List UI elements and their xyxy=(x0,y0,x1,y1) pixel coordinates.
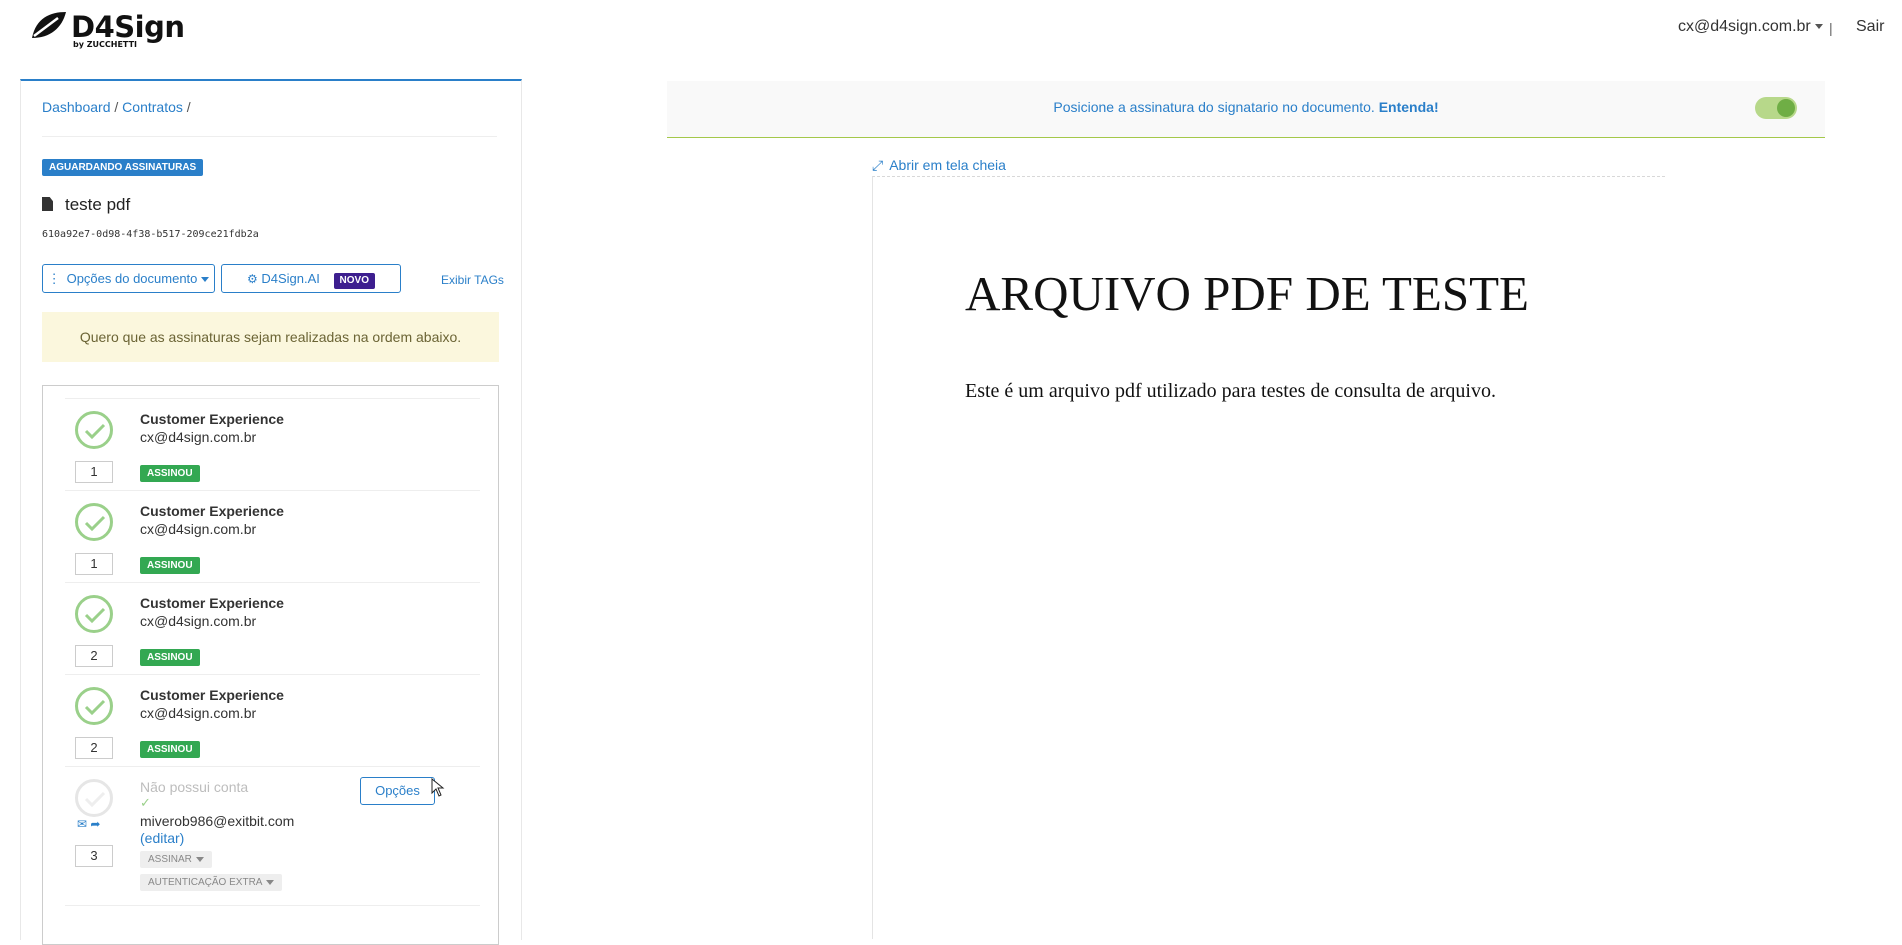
brand-subtitle: by ZUCCHETTI xyxy=(73,40,137,49)
signature-position-notice: Posicione a assinatura do signatario no … xyxy=(667,81,1825,138)
fullscreen-link[interactable]: ⤢ Abrir em tela cheia xyxy=(872,157,1006,174)
pdf-body-text: Este é um arquivo pdf utilizado para tes… xyxy=(965,380,1496,402)
signed-status-badge: ASSINOU xyxy=(140,649,200,666)
signer-order: 1 xyxy=(75,553,113,575)
signed-status-badge: ASSINOU xyxy=(140,465,200,482)
user-email: cx@d4sign.com.br xyxy=(1678,18,1811,35)
breadcrumb-separator: / xyxy=(186,99,191,115)
divider xyxy=(42,136,497,137)
signed-check-icon xyxy=(75,595,113,633)
signer-order: 2 xyxy=(75,645,113,667)
breadcrumb: Dashboard / Contratos / xyxy=(42,99,191,115)
sign-action-label: ASSINAR xyxy=(148,854,192,865)
signed-status-badge: ASSINOU xyxy=(140,741,200,758)
signed-check-icon xyxy=(75,411,113,449)
extra-auth-dropdown[interactable]: AUTENTICAÇÃO EXTRA xyxy=(140,874,283,891)
signer-order: 1 xyxy=(75,461,113,483)
document-id: 610a92e7-0d98-4f38-b517-209ce21fdb2a xyxy=(42,229,259,240)
signed-check-icon xyxy=(75,503,113,541)
d4sign-ai-button[interactable]: ⚙ D4Sign.AI NOVO xyxy=(221,264,401,293)
signer-name: Customer Experience xyxy=(140,595,284,611)
user-menu-dropdown[interactable]: cx@d4sign.com.br xyxy=(1678,18,1823,36)
signer-name: Customer Experience xyxy=(140,687,284,703)
notice-message: Posicione a assinatura do signatario no … xyxy=(1053,99,1375,115)
leaf-logo-icon xyxy=(32,12,66,38)
signer-options-button[interactable]: Opções xyxy=(360,777,435,805)
breadcrumb-dashboard[interactable]: Dashboard xyxy=(42,99,111,115)
signer-email: cx@d4sign.com.br xyxy=(140,429,257,445)
header-separator: | xyxy=(1829,20,1833,36)
expand-icon: ⤢ xyxy=(872,157,884,173)
signer-item: Customer Experience cx@d4sign.com.br 1 A… xyxy=(65,490,480,583)
pending-signer-email: miverob986@exitbit.com xyxy=(140,813,295,829)
document-title: teste pdf xyxy=(42,195,130,215)
chevron-down-icon xyxy=(266,879,275,885)
forward-icon[interactable]: ➦ xyxy=(90,817,100,831)
signed-check-icon xyxy=(75,687,113,725)
pdf-page-preview[interactable]: ARQUIVO PDF DE TESTE Este é um arquivo p… xyxy=(872,176,1665,939)
new-badge: NOVO xyxy=(333,273,375,289)
pending-signer-name: Não possui conta xyxy=(140,779,249,795)
breadcrumb-contratos[interactable]: Contratos xyxy=(122,99,183,115)
chevron-down-icon xyxy=(201,277,210,283)
brand-name: D4Sign xyxy=(71,10,185,44)
document-status-badge: AGUARDANDO ASSINATURAS xyxy=(42,159,204,176)
brand-logo[interactable]: D4Sign by ZUCCHETTI xyxy=(28,8,185,50)
learn-more-link[interactable]: Entenda! xyxy=(1379,99,1439,115)
signer-actions-icons: ✉ ➦ xyxy=(77,817,100,831)
kebab-icon: ⋮ xyxy=(47,271,61,286)
signer-name: Customer Experience xyxy=(140,503,284,519)
signer-email: cx@d4sign.com.br xyxy=(140,521,257,537)
signer-item: Customer Experience cx@d4sign.com.br 2 A… xyxy=(65,582,480,675)
d4sign-ai-label: D4Sign.AI xyxy=(261,271,320,286)
fullscreen-label: Abrir em tela cheia xyxy=(889,157,1006,173)
signed-status-badge: ASSINOU xyxy=(140,557,200,574)
file-icon xyxy=(42,197,53,211)
document-title-text: teste pdf xyxy=(65,195,131,214)
signer-name: Customer Experience xyxy=(140,411,284,427)
signer-email: cx@d4sign.com.br xyxy=(140,705,257,721)
signer-item: Customer Experience cx@d4sign.com.br 2 A… xyxy=(65,674,480,767)
document-details-panel: Dashboard / Contratos / AGUARDANDO ASSIN… xyxy=(20,79,522,945)
signer-item: Customer Experience cx@d4sign.com.br 1 A… xyxy=(65,398,480,491)
document-options-label: Opções do documento xyxy=(66,271,198,286)
edit-email-link[interactable]: (editar) xyxy=(140,830,184,846)
small-check-icon: ✓ xyxy=(140,795,151,810)
logout-link[interactable]: Sair xyxy=(1856,18,1884,36)
signer-order: 3 xyxy=(75,845,113,867)
top-navbar: D4Sign by ZUCCHETTI cx@d4sign.com.br | S… xyxy=(0,0,1902,58)
signature-order-note: Quero que as assinaturas sejam realizada… xyxy=(42,312,499,362)
breadcrumb-separator: / xyxy=(114,99,119,115)
extra-auth-label: AUTENTICAÇÃO EXTRA xyxy=(148,877,263,888)
notice-text: Posicione a assinatura do signatario no … xyxy=(667,99,1825,115)
pdf-title: ARQUIVO PDF DE TESTE xyxy=(965,266,1529,321)
robot-icon: ⚙ xyxy=(246,272,258,286)
chevron-down-icon xyxy=(1814,24,1823,30)
signature-position-toggle[interactable] xyxy=(1755,97,1797,119)
mouse-cursor-icon xyxy=(431,778,445,797)
chevron-down-icon xyxy=(195,856,204,862)
show-tags-link[interactable]: Exibir TAGs xyxy=(441,273,504,287)
signers-list: Customer Experience cx@d4sign.com.br 1 A… xyxy=(42,385,499,945)
pending-signer-item: ✉ ➦ Não possui conta ✓ miverob986@exitbi… xyxy=(65,766,480,906)
envelope-icon[interactable]: ✉ xyxy=(77,817,87,831)
pending-check-icon xyxy=(75,779,113,817)
signer-email: cx@d4sign.com.br xyxy=(140,613,257,629)
sign-action-dropdown[interactable]: ASSINAR xyxy=(140,851,212,868)
signer-order: 2 xyxy=(75,737,113,759)
document-options-button[interactable]: ⋮ Opções do documento xyxy=(42,264,215,293)
